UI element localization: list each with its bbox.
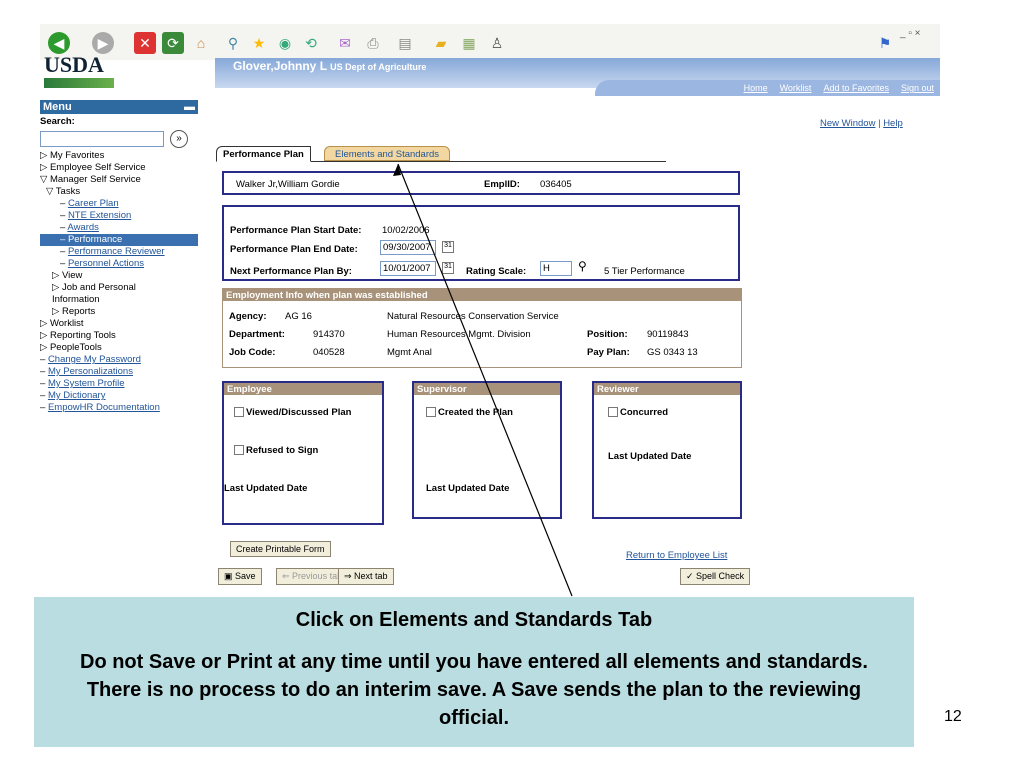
callout-title: Click on Elements and Standards Tab	[295, 609, 653, 631]
instruction-callout: Click on Elements and Standards Tab Do n…	[34, 597, 914, 747]
page-number: 12	[944, 708, 962, 725]
callout-body: Do not Save or Print at any time until y…	[80, 651, 868, 729]
